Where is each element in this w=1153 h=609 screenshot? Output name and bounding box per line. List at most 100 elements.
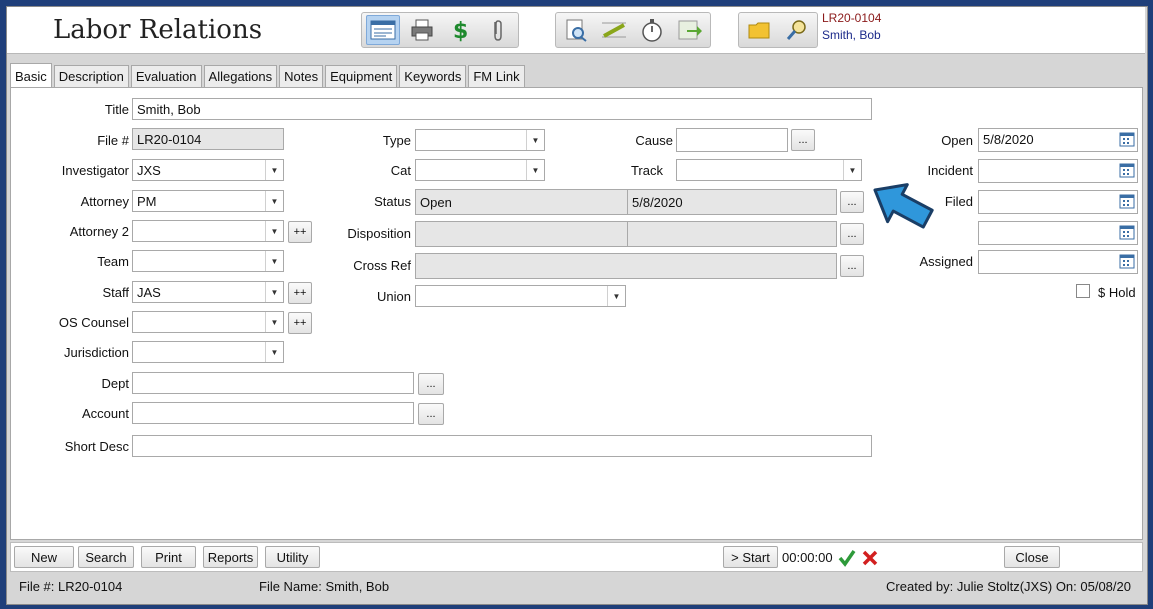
- cause-label: Cause: [635, 133, 673, 148]
- jurisdiction-select[interactable]: ▼: [132, 341, 284, 363]
- account-field[interactable]: [132, 402, 414, 424]
- attorney-select[interactable]: PM ▼: [132, 190, 284, 212]
- add-staff-button[interactable]: ++: [288, 282, 312, 304]
- cat-label: Cat: [390, 163, 411, 178]
- add-attorney2-button[interactable]: ++: [288, 221, 312, 243]
- callout-arrow-icon: [873, 183, 934, 229]
- search-button[interactable]: Search: [78, 546, 134, 568]
- extra-date-field[interactable]: [978, 221, 1138, 245]
- start-timer-button[interactable]: > Start: [723, 546, 778, 568]
- assigned-label: Assigned: [919, 254, 973, 269]
- cat-select[interactable]: ▼: [415, 159, 545, 181]
- status-file-name: File Name: Smith, Bob: [259, 579, 390, 594]
- edit-icon[interactable]: [598, 16, 630, 44]
- title-field[interactable]: Smith, Bob: [132, 98, 872, 120]
- search-key-icon[interactable]: [781, 16, 813, 44]
- tab-equipment[interactable]: Equipment: [325, 65, 398, 87]
- attorney-value: PM: [137, 194, 157, 209]
- calendar-icon[interactable]: [1119, 162, 1135, 178]
- investigator-label: Investigator: [61, 163, 129, 178]
- incident-date-field[interactable]: [978, 159, 1138, 183]
- chevron-down-icon[interactable]: ▼: [843, 160, 861, 180]
- close-button[interactable]: Close: [1004, 546, 1060, 568]
- assigned-date-field[interactable]: [978, 250, 1138, 274]
- calendar-icon[interactable]: [1119, 131, 1135, 147]
- chevron-down-icon[interactable]: ▼: [526, 130, 544, 150]
- cause-field[interactable]: [676, 128, 788, 152]
- export-icon[interactable]: [674, 16, 706, 44]
- union-label: Union: [377, 289, 411, 304]
- printer-icon[interactable]: [406, 16, 438, 44]
- timer-display: 00:00:00: [782, 550, 833, 565]
- app-window: Labor Relations $ LR20-0104 Smith, Bob B…: [6, 6, 1148, 605]
- cross-ref-label: Cross Ref: [353, 258, 411, 273]
- status-field: Open: [415, 189, 628, 215]
- tab-notes[interactable]: Notes: [279, 65, 324, 87]
- add-os-counsel-button[interactable]: ++: [288, 312, 312, 334]
- toolbar-group-1: $: [361, 12, 519, 48]
- dept-field[interactable]: [132, 372, 414, 394]
- status-date-field: 5/8/2020: [627, 189, 837, 215]
- cross-ref-lookup-button[interactable]: ...: [840, 255, 864, 277]
- folder-icon[interactable]: [743, 16, 775, 44]
- hold-label: $ Hold: [1098, 285, 1136, 300]
- stopwatch-icon[interactable]: [636, 16, 668, 44]
- tab-allegations[interactable]: Allegations: [203, 65, 278, 87]
- team-select[interactable]: ▼: [132, 250, 284, 272]
- file-no-field: LR20-0104: [132, 128, 284, 150]
- tab-fm-link[interactable]: FM Link: [468, 65, 525, 87]
- cause-lookup-button[interactable]: ...: [791, 129, 815, 151]
- staff-value: JAS: [137, 285, 161, 300]
- chevron-down-icon[interactable]: ▼: [265, 342, 283, 362]
- print-button[interactable]: Print: [141, 546, 196, 568]
- paperclip-icon[interactable]: [482, 16, 514, 44]
- type-select[interactable]: ▼: [415, 129, 545, 151]
- bottom-toolbar: New Search Print Reports Utility > Start…: [10, 542, 1143, 572]
- chevron-down-icon[interactable]: ▼: [265, 221, 283, 241]
- calendar-icon[interactable]: [1119, 253, 1135, 269]
- chevron-down-icon[interactable]: ▼: [526, 160, 544, 180]
- tab-bar: Basic Description Evaluation Allegations…: [10, 63, 525, 89]
- calendar-icon[interactable]: [1119, 193, 1135, 209]
- reports-button[interactable]: Reports: [203, 546, 258, 568]
- open-date-value: 5/8/2020: [983, 132, 1034, 147]
- dept-lookup-button[interactable]: ...: [418, 373, 444, 395]
- basic-panel: Title Smith, Bob File # LR20-0104 Invest…: [10, 87, 1143, 540]
- open-date-field[interactable]: 5/8/2020: [978, 128, 1138, 152]
- os-counsel-select[interactable]: ▼: [132, 311, 284, 333]
- chevron-down-icon[interactable]: ▼: [265, 160, 283, 180]
- dollar-icon[interactable]: $: [444, 16, 476, 44]
- chevron-down-icon[interactable]: ▼: [265, 251, 283, 271]
- account-lookup-button[interactable]: ...: [418, 403, 444, 425]
- tab-evaluation[interactable]: Evaluation: [130, 65, 202, 87]
- new-button[interactable]: New: [14, 546, 74, 568]
- chevron-down-icon[interactable]: ▼: [607, 286, 625, 306]
- header: Labor Relations $ LR20-0104 Smith, Bob: [7, 7, 1145, 54]
- tab-description[interactable]: Description: [53, 65, 129, 87]
- utility-button[interactable]: Utility: [265, 546, 320, 568]
- staff-select[interactable]: JAS ▼: [132, 281, 284, 303]
- filed-date-field[interactable]: [978, 190, 1138, 214]
- preview-icon[interactable]: [560, 16, 592, 44]
- chevron-down-icon[interactable]: ▼: [265, 282, 283, 302]
- form-view-icon[interactable]: [366, 15, 400, 45]
- calendar-icon[interactable]: [1119, 224, 1135, 240]
- short-desc-field[interactable]: [132, 435, 872, 457]
- dept-label: Dept: [101, 376, 129, 391]
- cancel-x-icon[interactable]: [860, 548, 880, 568]
- status-lookup-button[interactable]: ...: [840, 191, 864, 213]
- check-icon[interactable]: [837, 548, 857, 568]
- disposition-lookup-button[interactable]: ...: [840, 223, 864, 245]
- track-select[interactable]: ▼: [676, 159, 862, 181]
- record-id: LR20-0104: [822, 11, 882, 25]
- chevron-down-icon[interactable]: ▼: [265, 191, 283, 211]
- disposition-field: [415, 221, 628, 247]
- chevron-down-icon[interactable]: ▼: [265, 312, 283, 332]
- tab-basic[interactable]: Basic: [10, 63, 52, 89]
- tab-keywords[interactable]: Keywords: [399, 65, 467, 87]
- investigator-select[interactable]: JXS ▼: [132, 159, 284, 181]
- hold-checkbox[interactable]: [1076, 284, 1090, 298]
- attorney2-select[interactable]: ▼: [132, 220, 284, 242]
- union-select[interactable]: ▼: [415, 285, 626, 307]
- account-label: Account: [82, 406, 129, 421]
